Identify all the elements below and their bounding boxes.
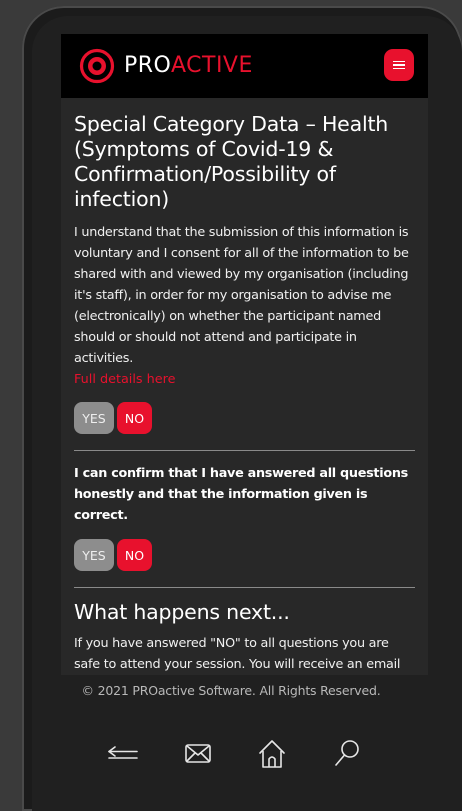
consent-no-button[interactable]: NO bbox=[117, 402, 152, 434]
phone-screen: PROACTIVE Special Category Data – Health… bbox=[61, 34, 428, 675]
full-details-link[interactable]: Full details here bbox=[74, 369, 415, 390]
proactive-logo[interactable]: PROACTIVE bbox=[75, 44, 253, 88]
logo-wordmark: PROACTIVE bbox=[124, 55, 253, 77]
consent-text: I understand that the submission of this… bbox=[74, 225, 409, 366]
search-icon[interactable] bbox=[332, 738, 362, 770]
next-section-text: If you have answered "NO" to all questio… bbox=[74, 636, 401, 672]
logo-text-active: ACTIVE bbox=[170, 53, 253, 78]
back-icon[interactable] bbox=[106, 738, 144, 768]
consent-yes-button[interactable]: YES bbox=[74, 402, 114, 434]
health-section-title: Special Category Data – Health (Symptoms… bbox=[74, 112, 389, 211]
confirm-no-button[interactable]: NO bbox=[117, 539, 152, 571]
section-divider bbox=[74, 587, 415, 588]
section-divider bbox=[74, 450, 415, 451]
main-content: Special Category Data – Health (Symptoms… bbox=[61, 98, 428, 675]
consent-answer-buttons: YES NO bbox=[74, 402, 415, 434]
logo-mark-icon bbox=[77, 48, 115, 84]
home-icon[interactable] bbox=[256, 738, 288, 770]
mail-icon[interactable] bbox=[183, 738, 213, 768]
device-nav-bar bbox=[0, 738, 462, 778]
hamburger-icon bbox=[393, 60, 405, 70]
confirmation-answer-buttons: YES NO bbox=[74, 539, 415, 571]
hamburger-menu-button[interactable] bbox=[384, 49, 414, 81]
next-section-title: What happens next... bbox=[74, 600, 290, 624]
copyright-footer: © 2021 PROactive Software. All Rights Re… bbox=[81, 683, 381, 698]
logo-text-pro: PRO bbox=[124, 53, 171, 78]
confirmation-text: I can confirm that I have answered all q… bbox=[74, 466, 408, 523]
app-header: PROACTIVE bbox=[61, 34, 428, 98]
confirm-yes-button[interactable]: YES bbox=[74, 539, 114, 571]
